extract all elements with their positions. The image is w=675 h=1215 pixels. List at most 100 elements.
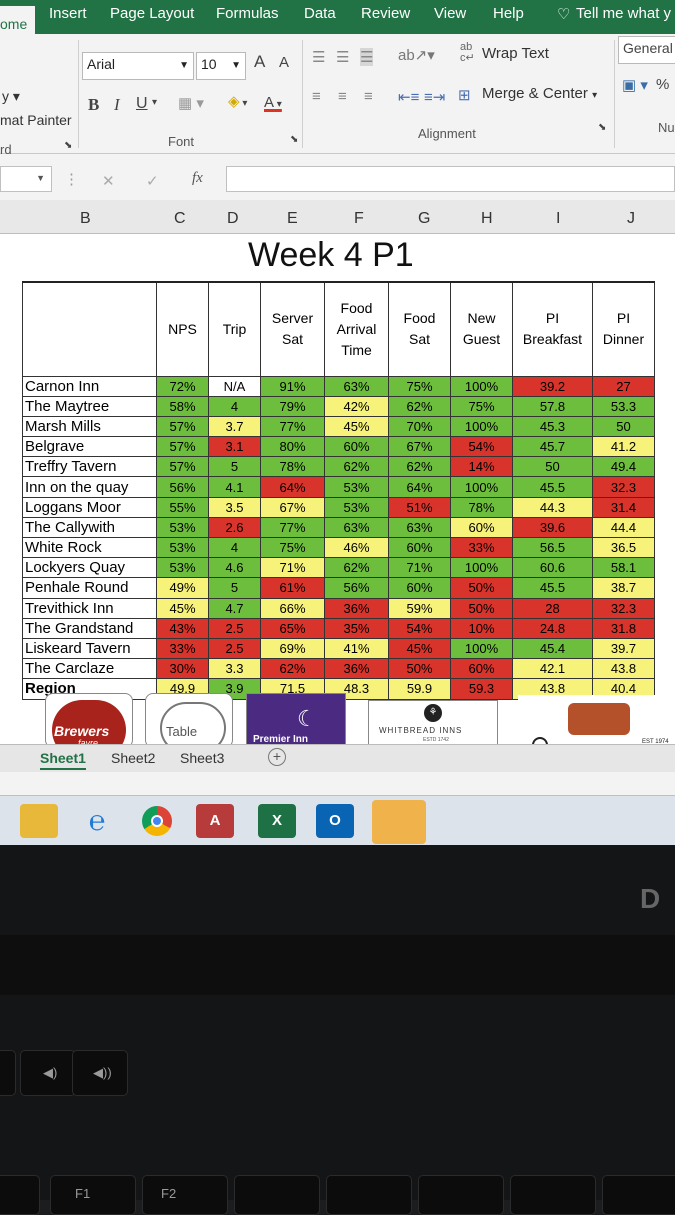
metric-cell[interactable]: 60% [324, 436, 389, 458]
dialog-launcher-icon[interactable]: ⬊ [64, 140, 72, 151]
metric-cell[interactable]: 54% [450, 436, 513, 458]
metric-cell[interactable]: 63% [324, 516, 389, 539]
align-left-icon[interactable]: ≡ [312, 88, 321, 105]
tab-home[interactable]: ome [0, 6, 36, 34]
metric-cell[interactable]: 36% [324, 658, 389, 680]
column-header-g[interactable]: G [418, 210, 430, 228]
metric-cell[interactable]: 27 [592, 375, 655, 397]
metric-cell[interactable]: 70% [388, 415, 451, 438]
file-explorer-icon[interactable] [20, 804, 58, 838]
metric-cell[interactable]: 39.7 [592, 637, 655, 660]
increase-font-button[interactable]: A [254, 52, 265, 72]
chrome-icon[interactable] [138, 804, 176, 838]
metric-cell[interactable]: 2.5 [208, 617, 261, 639]
cancel-button[interactable]: ✕ [102, 172, 115, 190]
tell-me-search[interactable]: Tell me what y [576, 5, 671, 22]
font-name-select[interactable]: Arial ▼ [82, 52, 194, 80]
sheet-tab-2[interactable]: Sheet2 [111, 750, 155, 766]
metric-cell[interactable]: 58% [156, 395, 209, 417]
align-center-icon[interactable]: ≡ [338, 88, 347, 105]
metric-cell[interactable]: 100% [450, 476, 513, 498]
metric-cell[interactable]: 45.3 [512, 415, 593, 438]
metric-cell[interactable]: 69% [260, 637, 325, 660]
metric-cell[interactable]: 75% [260, 536, 325, 559]
metric-cell[interactable]: 59.3 [450, 678, 513, 700]
metric-cell[interactable]: 72% [156, 375, 209, 397]
metric-cell[interactable]: 4.6 [208, 557, 261, 579]
underline-button[interactable]: U [136, 95, 148, 113]
metric-cell[interactable]: 80% [260, 436, 325, 458]
font-size-select[interactable]: 10 ▼ [196, 52, 246, 80]
metric-cell[interactable]: 24.8 [512, 617, 593, 639]
column-header-j[interactable]: J [627, 210, 635, 228]
metric-cell[interactable]: 45% [324, 415, 389, 438]
metric-cell[interactable]: 50% [450, 597, 513, 619]
metric-cell[interactable]: 65% [260, 617, 325, 639]
tab-data[interactable]: Data [304, 5, 336, 22]
metric-cell[interactable]: N/A [208, 375, 261, 397]
metric-cell[interactable]: 60% [388, 536, 451, 559]
column-header-cell[interactable]: Trip [208, 281, 261, 377]
site-name-cell[interactable]: Loggans Moor [22, 496, 157, 518]
metric-cell[interactable]: 42% [324, 395, 389, 417]
metric-cell[interactable]: 4.1 [208, 476, 261, 498]
metric-cell[interactable]: 44.3 [512, 496, 593, 518]
borders-icon[interactable]: ▦ ▾ [178, 94, 204, 112]
currency-icon[interactable]: ▣ ▾ [622, 76, 648, 94]
metric-cell[interactable]: 36.5 [592, 536, 655, 559]
column-header-i[interactable]: I [556, 210, 560, 228]
site-name-cell[interactable]: Marsh Mills [22, 415, 157, 438]
metric-cell[interactable]: 46% [324, 536, 389, 559]
metric-cell[interactable]: 14% [450, 456, 513, 478]
metric-cell[interactable]: 53% [156, 557, 209, 579]
metric-cell[interactable]: 75% [450, 395, 513, 417]
dialog-launcher-icon[interactable]: ⬊ [290, 134, 298, 145]
column-header-cell[interactable]: New Guest [450, 281, 513, 377]
metric-cell[interactable]: 49.4 [592, 456, 655, 478]
metric-cell[interactable]: 53% [156, 536, 209, 559]
virtualbox-icon[interactable] [372, 800, 426, 844]
column-header-e[interactable]: E [287, 210, 298, 228]
metric-cell[interactable]: 56.5 [512, 536, 593, 559]
metric-cell[interactable]: 10% [450, 617, 513, 639]
metric-cell[interactable]: 71% [260, 557, 325, 579]
metric-cell[interactable]: 31.8 [592, 617, 655, 639]
metric-cell[interactable]: 62% [324, 557, 389, 579]
metric-cell[interactable]: 71% [388, 557, 451, 579]
internet-explorer-icon[interactable]: ℮ [78, 804, 116, 838]
site-name-cell[interactable]: Penhale Round [22, 577, 157, 599]
metric-cell[interactable]: 50 [512, 456, 593, 478]
metric-cell[interactable]: 53% [324, 496, 389, 518]
name-box[interactable]: ▼ [0, 166, 52, 192]
metric-cell[interactable]: 3.3 [208, 658, 261, 680]
site-name-cell[interactable]: Liskeard Tavern [22, 637, 157, 660]
metric-cell[interactable]: 43% [156, 617, 209, 639]
metric-cell[interactable]: 56% [324, 577, 389, 599]
column-header-cell[interactable]: Food Sat [388, 281, 451, 377]
align-middle-icon[interactable]: ☰ [336, 48, 349, 66]
tab-formulas[interactable]: Formulas [216, 5, 279, 22]
metric-cell[interactable]: 62% [388, 395, 451, 417]
metric-cell[interactable]: 2.5 [208, 637, 261, 660]
metric-cell[interactable]: 50 [592, 415, 655, 438]
metric-cell[interactable]: 63% [324, 375, 389, 397]
enter-button[interactable]: ✓ [146, 172, 159, 190]
metric-cell[interactable]: 67% [388, 436, 451, 458]
metric-cell[interactable]: 4 [208, 536, 261, 559]
metric-cell[interactable]: 33% [156, 637, 209, 660]
decrease-indent-icon[interactable]: ⇤≡ [398, 88, 419, 106]
metric-cell[interactable]: 64% [260, 476, 325, 498]
align-top-icon[interactable]: ☰ [312, 48, 325, 66]
copy-button[interactable]: y ▾ [2, 88, 20, 105]
metric-cell[interactable]: 5 [208, 456, 261, 478]
metric-cell[interactable]: 50% [450, 577, 513, 599]
metric-cell[interactable]: 33% [450, 536, 513, 559]
site-name-cell[interactable]: The Callywith [22, 516, 157, 539]
metric-cell[interactable]: 44.4 [592, 516, 655, 539]
metric-cell[interactable]: 100% [450, 415, 513, 438]
outlook-icon[interactable]: O [316, 804, 354, 838]
column-header-cell[interactable]: PI Dinner [592, 281, 655, 377]
add-sheet-button[interactable]: + [268, 748, 286, 766]
metric-cell[interactable]: 66% [260, 597, 325, 619]
format-painter-button[interactable]: mat Painter [0, 112, 72, 128]
